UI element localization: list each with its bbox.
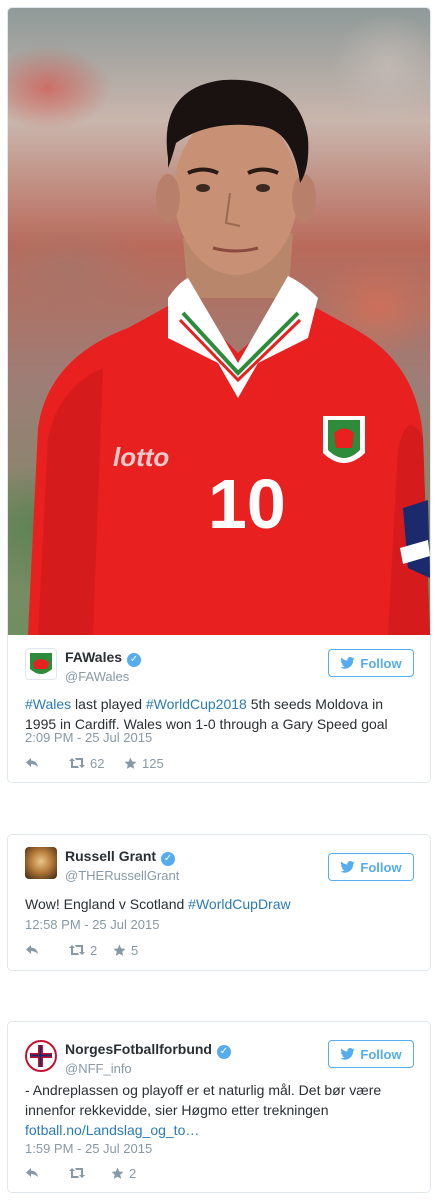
hashtag-link[interactable]: #WorldCupDraw — [188, 896, 290, 912]
tweet-actions: 2 — [25, 1164, 136, 1182]
tweet-text: Wow! England v Scotland #WorldCupDraw — [25, 894, 414, 914]
twitter-bird-icon — [340, 1048, 356, 1060]
reply-icon — [26, 758, 38, 767]
verified-badge-icon: ✓ — [127, 653, 142, 667]
display-name[interactable]: NorgesFotballforbund — [65, 1041, 212, 1057]
fawales-avatar[interactable] — [25, 648, 57, 680]
hashtag-link[interactable]: #Wales — [25, 696, 71, 712]
tweet-url-link[interactable]: fotball.no/Landslag_og_to… — [25, 1122, 199, 1138]
retweet-icon — [69, 945, 85, 955]
favorite-count: 125 — [142, 755, 164, 771]
tweet-text: - Andreplassen og playoff er et naturlig… — [25, 1080, 414, 1140]
tweet-actions: 2 5 — [25, 941, 138, 959]
tweet-text-segment: last played — [71, 696, 146, 712]
reply-button[interactable] — [25, 944, 55, 956]
favorite-count: 5 — [131, 942, 139, 958]
tweet-text: #Wales last played #WorldCup2018 5th see… — [25, 694, 414, 734]
tweet-text-line: innenfor rekkevidde, sier Høgmo etter tr… — [25, 1102, 329, 1118]
reply-icon — [26, 1168, 38, 1177]
hashtag-link[interactable]: #WorldCup2018 — [146, 696, 247, 712]
retweet-button[interactable] — [69, 1167, 111, 1179]
user-handle[interactable]: @NFF_info — [65, 1061, 231, 1076]
tweet-timestamp[interactable]: 12:58 PM - 25 Jul 2015 — [25, 917, 159, 932]
twitter-bird-icon — [340, 657, 356, 669]
twitter-bird-icon — [340, 861, 356, 873]
follow-label: Follow — [360, 1046, 402, 1062]
retweet-icon — [69, 758, 85, 768]
tweet-card-fawales: lotto 10 FAWales ✓ @FAWales Follow #Wales… — [7, 7, 431, 783]
follow-label: Follow — [360, 859, 402, 875]
russellgrant-avatar[interactable] — [25, 847, 57, 879]
tweet-text-line: - Andreplassen og playoff er et naturlig… — [25, 1082, 382, 1098]
reply-button[interactable] — [25, 757, 55, 769]
retweet-icon — [69, 1168, 85, 1178]
verified-badge-icon: ✓ — [217, 1045, 231, 1059]
retweet-button[interactable]: 62 — [69, 756, 124, 771]
shirt-brand-text: lotto — [113, 442, 169, 472]
follow-button[interactable]: Follow — [328, 649, 414, 677]
tweet-timestamp[interactable]: 1:59 PM - 25 Jul 2015 — [25, 1141, 152, 1156]
tweet-card-nff: NorgesFotballforbund ✓ @NFF_info Follow -… — [7, 1021, 431, 1193]
retweet-count: 62 — [90, 755, 105, 771]
user-handle[interactable]: @THERussellGrant — [65, 868, 179, 883]
display-name[interactable]: FAWales — [65, 649, 122, 665]
retweet-count: 2 — [90, 942, 98, 958]
favorite-button[interactable]: 5 — [113, 943, 138, 958]
verified-badge-icon: ✓ — [161, 852, 176, 866]
tweet-timestamp[interactable]: 2:09 PM - 25 Jul 2015 — [25, 730, 152, 745]
favorite-button[interactable]: 125 — [124, 756, 164, 771]
display-name[interactable]: Russell Grant — [65, 848, 156, 864]
favorite-star-icon — [111, 1167, 124, 1179]
user-handle[interactable]: @FAWales — [65, 669, 141, 684]
favorite-count: 2 — [129, 1165, 137, 1181]
shirt-number-text: 10 — [208, 465, 286, 543]
tweet-card-russellgrant: Russell Grant ✓ @THERussellGrant Follow W… — [7, 834, 431, 971]
follow-button[interactable]: Follow — [328, 1040, 414, 1068]
nff-avatar[interactable] — [25, 1040, 57, 1072]
follow-label: Follow — [360, 655, 402, 671]
tweet-photo-player[interactable]: lotto 10 — [8, 8, 430, 635]
favorite-star-icon — [113, 944, 126, 956]
favorite-star-icon — [124, 757, 137, 769]
follow-button[interactable]: Follow — [328, 853, 414, 881]
reply-icon — [26, 945, 38, 954]
retweet-button[interactable]: 2 — [69, 943, 113, 958]
tweet-actions: 62 125 — [25, 754, 164, 772]
reply-button[interactable] — [25, 1167, 55, 1179]
player-illustration: lotto 10 — [28, 79, 430, 635]
favorite-button[interactable]: 2 — [111, 1166, 136, 1181]
tweet-text-segment: Wow! England v Scotland — [25, 896, 189, 912]
